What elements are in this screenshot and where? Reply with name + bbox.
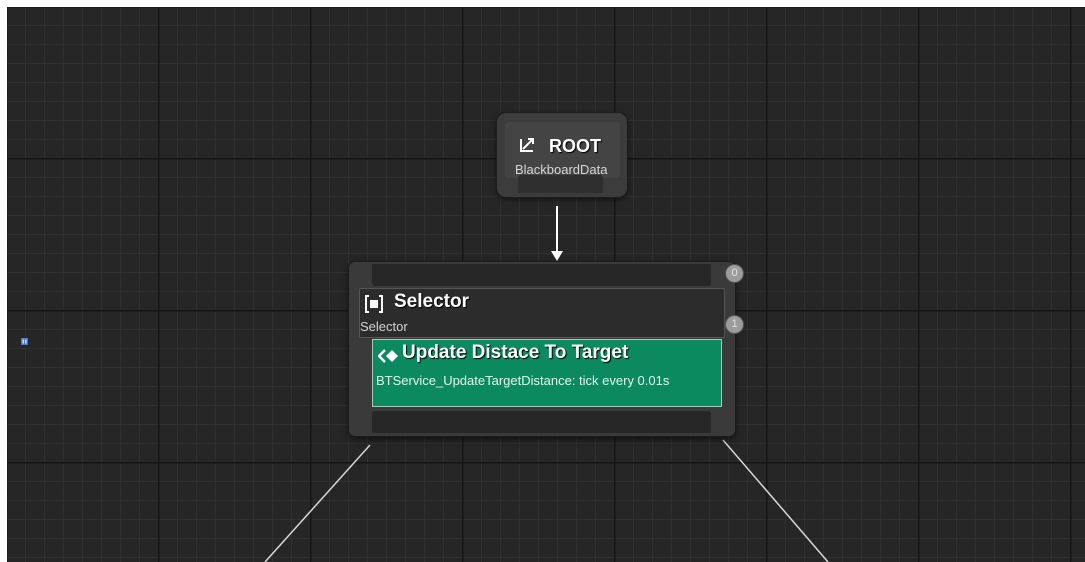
selector-title: Selector — [394, 291, 469, 312]
execution-index-badge: 0 — [726, 265, 743, 282]
selector-input-pin[interactable] — [372, 264, 711, 286]
selector-node[interactable]: Selector Selector Update Distace To Targ… — [349, 262, 735, 436]
service-update-distance[interactable]: Update Distace To Target BTService_Updat… — [372, 339, 722, 407]
service-diamond-icon — [378, 349, 398, 363]
root-node[interactable]: ROOT BlackboardData — [497, 113, 627, 197]
execution-index-badge: 1 — [726, 316, 743, 333]
root-output-pin[interactable] — [518, 175, 603, 193]
selector-bracket-icon — [365, 295, 383, 313]
service-description: BTService_UpdateTargetDistance: tick eve… — [376, 373, 670, 388]
service-marker-icon — [21, 338, 28, 345]
selector-header: Selector Selector — [359, 288, 725, 338]
selector-output-pin[interactable] — [372, 411, 711, 433]
selector-subtitle: Selector — [360, 319, 408, 334]
root-arrow-icon — [520, 138, 534, 152]
root-node-body: ROOT BlackboardData — [505, 122, 620, 178]
root-title: ROOT — [549, 136, 601, 156]
service-title: Update Distace To Target — [402, 342, 629, 363]
